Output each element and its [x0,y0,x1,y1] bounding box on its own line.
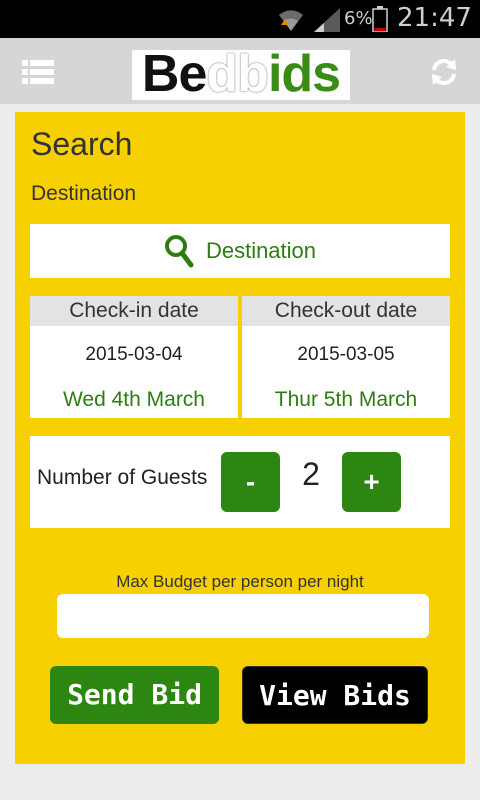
checkin-date-human: Wed 4th March [62,388,205,411]
checkin-date-picker[interactable]: Check-in date 2015-03-04 Wed 4th March [30,296,238,418]
signal-icon [314,8,340,32]
checkout-date: 2015-03-05 [297,344,395,365]
checkout-header: Check-out date [242,296,450,326]
logo-part-1: Be [141,45,207,103]
battery-icon [372,6,388,32]
view-bids-button[interactable]: View Bids [242,666,428,724]
search-icon [164,235,194,268]
checkout-date-human: Thur 5th March [274,388,418,411]
destination-placeholder: Destination [205,238,317,263]
app-bar: Bedbids [0,38,480,104]
battery-percent: 6% [344,8,373,29]
destination-field[interactable]: Destination [30,224,450,278]
send-bid-button[interactable]: Send Bid [50,666,219,724]
guests-label: Number of Guests [37,466,208,489]
app-logo: Bedbids [132,48,350,100]
increase-guests-button[interactable]: + [342,452,401,512]
logo-part-3: ids [267,45,341,103]
clock: 21:47 [397,3,472,33]
status-bar: 6% 21:47 [0,0,480,38]
refresh-icon[interactable] [428,56,460,88]
checkout-date-picker[interactable]: Check-out date 2015-03-05 Thur 5th March [242,296,450,418]
wifi-icon [279,10,303,31]
budget-label: Max Budget per person per night [116,572,364,591]
guests-selector: Number of Guests - 2 + [30,436,450,528]
guest-count: 2 [302,456,320,492]
checkin-header: Check-in date [30,296,238,326]
logo-part-2: db [206,45,269,103]
page-title: Search [31,126,133,162]
checkin-date: 2015-03-04 [85,344,183,365]
decrease-guests-button[interactable]: - [221,452,280,512]
budget-input[interactable] [57,594,429,638]
search-panel: Search Destination Destination Check-in … [15,112,465,764]
destination-label: Destination [31,182,137,205]
menu-icon[interactable] [22,58,54,86]
